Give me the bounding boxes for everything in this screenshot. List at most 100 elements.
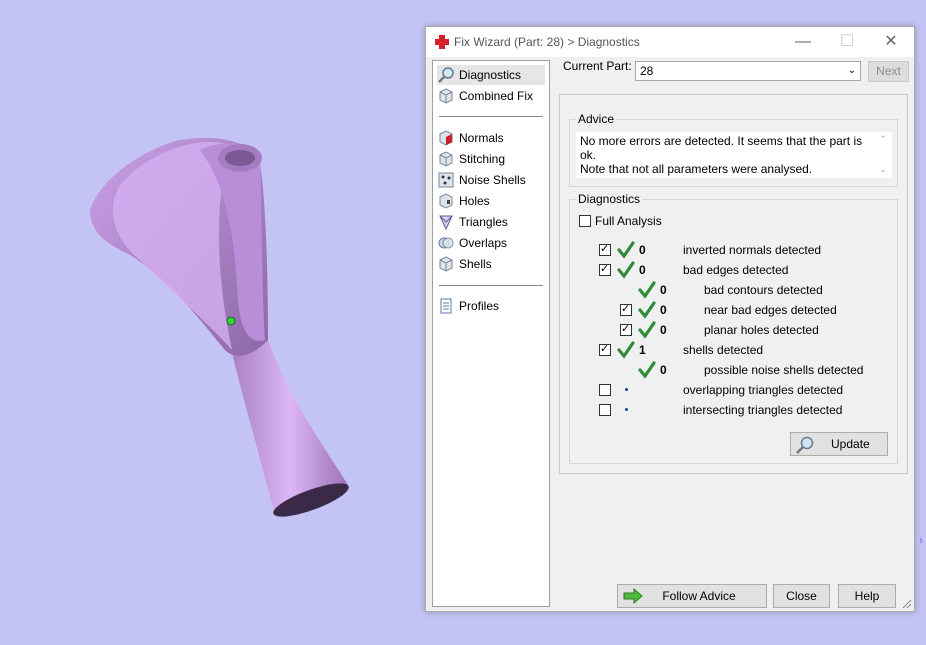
nav-item-stitching[interactable]: Stitching	[437, 149, 505, 169]
current-part-select[interactable]: 28 ⌄	[635, 61, 861, 81]
advice-title: Advice	[576, 112, 617, 126]
next-button[interactable]: Next	[868, 61, 909, 82]
nav-item-diagnostics[interactable]: Diagnostics	[437, 65, 545, 85]
nav-item-label: Shells	[459, 257, 492, 271]
nav-item-label: Profiles	[459, 299, 500, 313]
nav-separator	[439, 285, 543, 286]
diagnostic-checkbox[interactable]: ✓	[599, 343, 611, 356]
checkmark-icon: ✓	[600, 243, 610, 255]
nav-item-label: Combined Fix	[459, 89, 534, 103]
current-part-label: Current Part:	[563, 59, 632, 73]
minimize-icon[interactable]: —	[783, 29, 823, 55]
nav-item-label: Overlaps	[459, 236, 508, 250]
diagnostic-label: possible noise shells detected	[704, 363, 864, 377]
pivot-marker[interactable]	[226, 316, 236, 326]
diagnostic-checkbox[interactable]	[599, 384, 611, 396]
diagnostic-label: near bad edges detected	[704, 303, 837, 317]
nav-item-label: Triangles	[459, 215, 508, 229]
diagnostic-row: ✓ 0 inverted normals detected	[570, 240, 890, 260]
green-check-icon	[638, 301, 656, 319]
maximize-icon[interactable]: ☐	[827, 29, 867, 55]
normals-cube-icon	[439, 130, 453, 146]
diagnostic-checkbox[interactable]: ✓	[599, 243, 611, 256]
checkmark-icon: ✓	[621, 323, 631, 335]
full-analysis-label: Full Analysis	[595, 214, 662, 228]
nav-item-label: Normals	[459, 131, 504, 145]
nav-item-label: Diagnostics	[459, 68, 522, 82]
diagnostic-label: inverted normals detected	[683, 243, 822, 257]
diagnostic-label: overlapping triangles detected	[683, 383, 844, 397]
nav-item-overlaps[interactable]: Overlaps	[437, 233, 507, 253]
3d-viewport[interactable]	[0, 0, 420, 645]
nav-item-profiles[interactable]: Profiles	[437, 296, 499, 316]
diagnostic-row: intersecting triangles detected	[570, 400, 890, 420]
wizard-nav: Diagnostics Combined Fix Normals Stitchi…	[432, 60, 550, 607]
nav-item-triangles[interactable]: Triangles	[437, 212, 508, 232]
advice-text: No more errors are detected. It seems th…	[576, 132, 892, 178]
green-check-icon	[617, 341, 635, 359]
diagnostic-row: overlapping triangles detected	[570, 380, 890, 400]
pending-dot-icon	[625, 388, 628, 391]
fix-cross-icon	[435, 35, 449, 49]
advice-scrollbar[interactable]: ⌃ ⌄	[876, 132, 890, 178]
overlaps-icon	[438, 237, 454, 249]
resize-grip-icon[interactable]	[902, 599, 912, 609]
help-button[interactable]: Help	[838, 584, 896, 608]
advice-line-1: No more errors are detected. It seems th…	[580, 134, 863, 162]
magnifier-icon	[796, 436, 814, 454]
close-button[interactable]: Close	[773, 584, 830, 608]
advice-group: Advice No more errors are detected. It s…	[569, 112, 898, 187]
nav-item-normals[interactable]: Normals	[437, 128, 504, 148]
scroll-up-icon[interactable]: ⌃	[876, 132, 890, 146]
fix-wizard-window: Fix Wizard (Part: 28) > Diagnostics — ☐ …	[425, 26, 915, 612]
diagnostic-checkbox[interactable]: ✓	[599, 263, 611, 276]
green-check-icon	[617, 261, 635, 279]
close-icon[interactable]: ✕	[871, 29, 911, 55]
holes-cube-icon	[439, 193, 453, 209]
diagnostic-count: 0	[660, 303, 667, 317]
nav-item-label: Noise Shells	[459, 173, 526, 187]
checkmark-icon: ✓	[600, 263, 610, 275]
follow-advice-button[interactable]: Follow Advice	[617, 584, 767, 608]
green-check-icon	[638, 281, 656, 299]
diagnostic-label: planar holes detected	[704, 323, 819, 337]
nav-item-combined-fix[interactable]: Combined Fix	[437, 86, 533, 106]
part-model[interactable]	[0, 0, 420, 645]
cube-icon	[439, 88, 453, 104]
stitching-cube-icon	[439, 151, 453, 167]
diagnostic-row: 0 bad contours detected	[570, 280, 890, 300]
title-bar[interactable]: Fix Wizard (Part: 28) > Diagnostics — ☐ …	[426, 27, 914, 57]
nav-item-holes[interactable]: Holes	[437, 191, 490, 211]
diagnostic-row: ✓ 0 near bad edges detected	[570, 300, 890, 320]
advice-line-2: Note that not all parameters were analys…	[580, 162, 813, 176]
diagnostic-label: bad edges detected	[683, 263, 789, 277]
diagnostic-row: ✓ 0 planar holes detected	[570, 320, 890, 340]
diagnostic-checkbox[interactable]: ✓	[620, 323, 632, 336]
diagnostic-count: 0	[660, 283, 667, 297]
nav-item-shells[interactable]: Shells	[437, 254, 492, 274]
scroll-down-icon[interactable]: ⌄	[876, 162, 890, 176]
profiles-document-icon	[440, 298, 452, 314]
green-check-icon	[638, 361, 656, 379]
shells-icon	[439, 256, 453, 272]
diagnostic-count: 1	[639, 343, 646, 357]
noise-shells-icon	[438, 172, 454, 188]
checkmark-icon: ✓	[621, 303, 631, 315]
pending-dot-icon	[625, 408, 628, 411]
diagnostic-checkbox[interactable]: ✓	[620, 303, 632, 316]
update-button[interactable]: Update	[790, 432, 888, 456]
diagnostics-title: Diagnostics	[576, 192, 643, 206]
diagnostic-row: ✓ 0 bad edges detected	[570, 260, 890, 280]
nav-item-noise-shells[interactable]: Noise Shells	[437, 170, 526, 190]
diagnostic-count: 0	[660, 323, 667, 337]
diagnostic-count: 0	[639, 263, 646, 277]
diagnostic-checkbox[interactable]	[599, 404, 611, 416]
current-part-value: 28	[640, 64, 654, 78]
chevron-right-icon[interactable]: ›	[919, 533, 923, 547]
diagnostic-label: bad contours detected	[704, 283, 823, 297]
nav-item-label: Holes	[459, 194, 490, 208]
diagnostic-count: 0	[660, 363, 667, 377]
magnifier-icon	[438, 67, 454, 83]
full-analysis-checkbox[interactable]	[579, 215, 591, 227]
diagnostics-group: Diagnostics Full Analysis ✓ 0 inverted nor…	[569, 192, 898, 464]
